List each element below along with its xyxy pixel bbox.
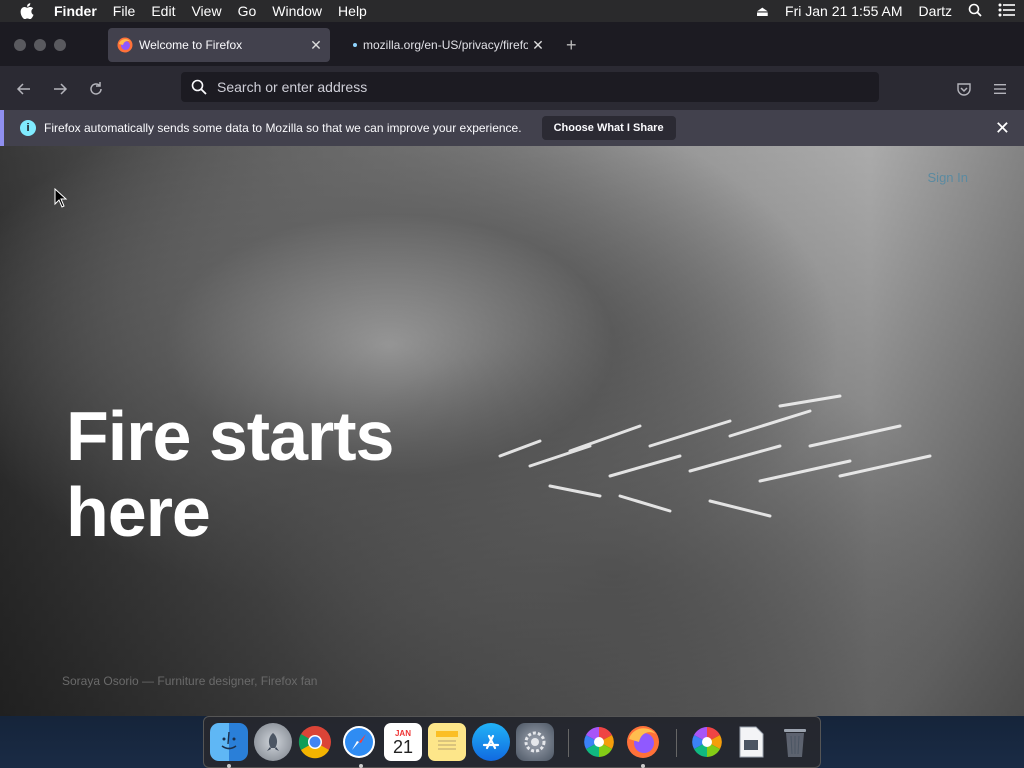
pocket-icon[interactable] (953, 78, 975, 100)
eject-icon[interactable]: ⏏ (748, 3, 777, 20)
spotlight-search-icon[interactable] (960, 3, 990, 20)
search-icon (191, 79, 207, 95)
system-preferences-gear-icon[interactable] (516, 723, 554, 761)
chrome-icon[interactable] (296, 723, 334, 761)
mouse-cursor-icon (54, 188, 68, 208)
address-placeholder: Search or enter address (217, 79, 368, 95)
tab-title: mozilla.org/en-US/privacy/firefox (363, 38, 528, 52)
navigation-bar: Search or enter address (0, 66, 1024, 110)
address-bar[interactable]: Search or enter address (181, 72, 879, 102)
running-indicator (227, 764, 231, 768)
hero-headline-line2: here (66, 473, 211, 551)
menubar-user[interactable]: Dartz (911, 3, 960, 19)
dock: JAN 21 (203, 716, 821, 768)
hero-section: Sign In Fire starts here Soraya Osorio —… (0, 146, 1024, 716)
safari-compass-icon[interactable] (340, 723, 378, 761)
new-tab-plus-icon[interactable]: + (566, 36, 577, 54)
data-collection-notice: i Firefox automatically sends some data … (0, 110, 1024, 146)
hero-headline: Fire starts here (66, 397, 394, 551)
notes-icon[interactable] (428, 723, 466, 761)
menu-edit[interactable]: Edit (143, 0, 183, 22)
menu-view[interactable]: View (183, 0, 229, 22)
tab-privacy[interactable]: mozilla.org/en-US/privacy/firefox ✕ (340, 28, 552, 62)
firefox-icon (117, 37, 133, 53)
tab-welcome[interactable]: Welcome to Firefox ✕ (108, 28, 330, 62)
choose-what-i-share-button[interactable]: Choose What I Share (541, 116, 676, 140)
running-indicator (641, 764, 645, 768)
photos-pinwheel-icon[interactable] (580, 723, 618, 761)
sparks-graphic (498, 394, 932, 518)
dock-separator (676, 729, 677, 757)
window-close-button[interactable] (14, 39, 26, 51)
launchpad-rocket-icon[interactable] (254, 723, 292, 761)
calendar-day: 21 (392, 736, 414, 757)
back-arrow-icon[interactable] (13, 78, 35, 100)
hero-headline-line1: Fire starts (66, 397, 394, 475)
control-center-icon[interactable] (990, 3, 1024, 20)
menubar-clock[interactable]: Fri Jan 21 1:55 AM (777, 3, 911, 19)
tab-bar: Welcome to Firefox ✕ mozilla.org/en-US/p… (0, 22, 1024, 66)
menubar: Finder File Edit View Go Window Help ⏏ F… (0, 0, 1024, 22)
tab-title: Welcome to Firefox (139, 38, 243, 52)
menu-app-name[interactable]: Finder (40, 0, 105, 22)
menu-help[interactable]: Help (330, 0, 375, 22)
photos-pinwheel-icon[interactable] (688, 723, 726, 761)
tab-loading-dot (353, 43, 357, 47)
hamburger-menu-icon[interactable] (989, 78, 1011, 100)
dock-separator (568, 729, 569, 757)
sign-in-link[interactable]: Sign In (928, 170, 968, 185)
info-icon: i (20, 120, 36, 136)
forward-arrow-icon[interactable] (49, 78, 71, 100)
firefox-icon[interactable] (624, 723, 662, 761)
notice-close-icon[interactable]: ✕ (995, 118, 1010, 139)
tab-close-icon[interactable]: ✕ (306, 37, 326, 54)
apple-icon[interactable] (14, 0, 40, 22)
finder-icon[interactable] (210, 723, 248, 761)
app-store-icon[interactable] (472, 723, 510, 761)
window-minimize-button[interactable] (34, 39, 46, 51)
calendar-icon[interactable]: JAN 21 (384, 723, 422, 761)
menu-file[interactable]: File (105, 0, 144, 22)
running-indicator (359, 764, 363, 768)
tab-close-icon[interactable]: ✕ (528, 37, 548, 54)
reload-icon[interactable] (85, 78, 107, 100)
window-zoom-button[interactable] (54, 39, 66, 51)
preview-document-icon[interactable] (732, 723, 770, 761)
menu-go[interactable]: Go (230, 0, 265, 22)
trash-icon[interactable] (776, 723, 814, 761)
menu-window[interactable]: Window (264, 0, 330, 22)
photo-credit: Soraya Osorio — Furniture designer, Fire… (62, 674, 318, 688)
notice-message: Firefox automatically sends some data to… (44, 121, 522, 135)
